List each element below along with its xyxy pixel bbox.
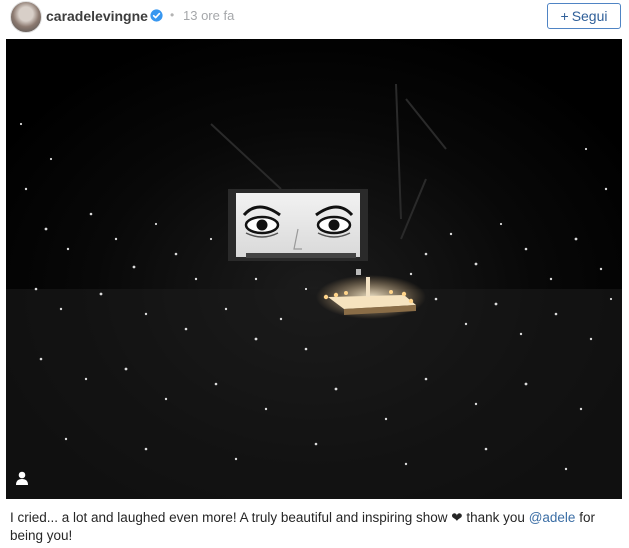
- separator-dot: •: [170, 8, 175, 22]
- post-header: caradelevingne • 13 ore fa + Segui: [0, 0, 629, 38]
- post-photo[interactable]: [6, 39, 622, 499]
- post-timestamp[interactable]: 13 ore fa: [183, 8, 234, 23]
- post-caption: I cried... a lot and laughed even more! …: [10, 509, 616, 545]
- follow-button[interactable]: + Segui: [547, 3, 621, 29]
- mention-link[interactable]: @adele: [529, 510, 576, 525]
- concert-image: [6, 39, 622, 499]
- caption-text: I cried... a lot and laughed even more! …: [10, 510, 448, 525]
- follow-label: Segui: [571, 8, 608, 24]
- verified-badge-icon: [150, 9, 163, 22]
- plus-icon: +: [560, 8, 569, 24]
- username[interactable]: caradelevingne: [46, 8, 148, 24]
- avatar[interactable]: [10, 1, 42, 33]
- caption-text-thanks: thank you: [466, 510, 525, 525]
- user-tag-icon[interactable]: [14, 470, 30, 486]
- heart-icon: ❤: [451, 510, 463, 525]
